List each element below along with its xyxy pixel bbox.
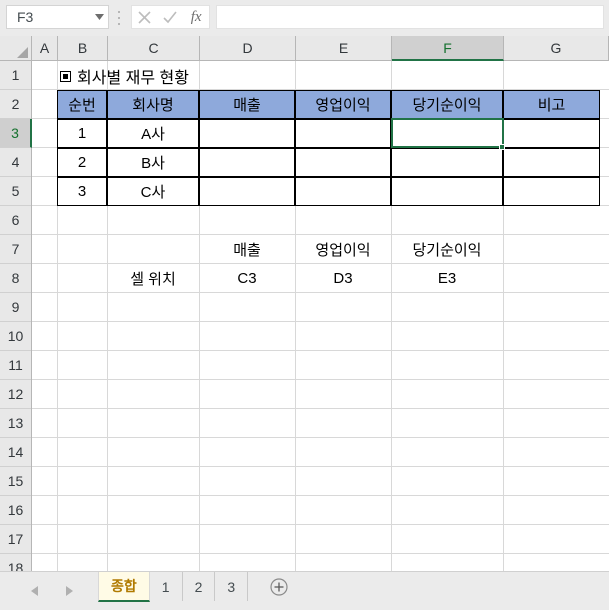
select-all-triangle-icon [17, 47, 28, 58]
column-header-c[interactable]: C [108, 36, 200, 60]
column-header-d[interactable]: D [200, 36, 296, 60]
formula-input[interactable] [216, 5, 604, 29]
name-box-value: F3 [17, 9, 34, 25]
table-row[interactable] [503, 119, 600, 148]
table-row[interactable]: A사 [107, 119, 199, 148]
row-header-13[interactable]: 13 [0, 409, 31, 438]
table-row[interactable]: 2 [57, 148, 107, 177]
table-header-cell[interactable]: 비고 [503, 90, 600, 119]
row-header-17[interactable]: 17 [0, 525, 31, 554]
cell-area[interactable]: 회사별 재무 현황 순번 회사명 매출 영업이익 당기순이익 비고 1 A사 2… [32, 61, 609, 571]
gridline [32, 321, 609, 322]
column-header-f[interactable]: F [392, 36, 504, 61]
column-headers: A B C D E F G [0, 36, 609, 61]
sheet-tab-2[interactable]: 2 [183, 572, 216, 601]
gridline [32, 495, 609, 496]
sheet-tabs: 종합 1 2 3 [98, 572, 292, 611]
select-all-corner[interactable] [0, 36, 32, 60]
sheet-title[interactable]: 회사별 재무 현황 [60, 64, 189, 88]
sheet-tab-3[interactable]: 3 [215, 572, 249, 601]
row-header-10[interactable]: 10 [0, 322, 31, 351]
row-header-12[interactable]: 12 [0, 380, 31, 409]
cancel-icon[interactable] [133, 6, 157, 28]
table-row[interactable] [199, 177, 295, 206]
gridline [32, 437, 609, 438]
sheet-tab-jonghap[interactable]: 종합 [98, 572, 150, 602]
fx-label: fx [190, 8, 202, 25]
sheet-nav-buttons [18, 578, 92, 604]
spreadsheet-grid: A B C D E F G 1 2 3 4 5 6 7 8 9 10 11 12… [0, 36, 609, 571]
gridline [32, 524, 609, 525]
row-header-4[interactable]: 4 [0, 148, 31, 177]
row-header-18[interactable]: 18 [0, 554, 31, 571]
gridline [32, 553, 609, 554]
sheet-tab-1[interactable]: 1 [150, 572, 183, 601]
table-row[interactable] [199, 119, 295, 148]
row-header-7[interactable]: 7 [0, 235, 31, 264]
note-row-label[interactable]: 셀 위치 [107, 264, 199, 293]
column-header-b[interactable]: B [58, 36, 108, 60]
toolbar-separator-dots [117, 11, 121, 25]
row-header-15[interactable]: 15 [0, 467, 31, 496]
row-header-9[interactable]: 9 [0, 293, 31, 322]
gridline [32, 379, 609, 380]
gridline [32, 466, 609, 467]
table-row[interactable]: C사 [107, 177, 199, 206]
row-header-5[interactable]: 5 [0, 177, 31, 206]
formula-bar: F3 fx [0, 0, 609, 36]
table-header-cell[interactable]: 영업이익 [295, 90, 391, 119]
gridline [32, 350, 609, 351]
row-headers: 1 2 3 4 5 6 7 8 9 10 11 12 13 14 15 16 1… [0, 61, 32, 571]
row-header-16[interactable]: 16 [0, 496, 31, 525]
fill-handle[interactable] [499, 144, 505, 150]
row-header-3[interactable]: 3 [0, 119, 32, 148]
add-sheet-icon[interactable] [266, 572, 292, 601]
sheet-title-text: 회사별 재무 현황 [77, 70, 189, 87]
filled-square-marker-icon [60, 70, 71, 82]
row-header-8[interactable]: 8 [0, 264, 31, 293]
table-row[interactable]: 3 [57, 177, 107, 206]
previous-sheet-icon[interactable] [18, 579, 52, 603]
note-column-label[interactable]: 당기순이익 [391, 235, 503, 264]
table-header-cell[interactable]: 회사명 [107, 90, 199, 119]
row-header-6[interactable]: 6 [0, 206, 31, 235]
gridline [32, 408, 609, 409]
row-header-2[interactable]: 2 [0, 90, 31, 119]
table-row[interactable] [503, 148, 600, 177]
table-row[interactable]: 1 [57, 119, 107, 148]
table-row[interactable] [199, 148, 295, 177]
column-header-a[interactable]: A [32, 36, 58, 60]
table-header-cell[interactable]: 매출 [199, 90, 295, 119]
formula-bar-buttons: fx [131, 5, 210, 29]
table-row[interactable] [503, 177, 600, 206]
chevron-down-icon[interactable] [90, 6, 108, 28]
note-column-label[interactable]: 영업이익 [295, 235, 391, 264]
table-row[interactable] [391, 119, 503, 148]
row-header-11[interactable]: 11 [0, 351, 31, 380]
table-row[interactable] [295, 119, 391, 148]
sheet-tab-bar: 종합 1 2 3 [0, 571, 609, 610]
table-row[interactable] [391, 177, 503, 206]
insert-function-icon[interactable]: fx [184, 6, 208, 28]
row-header-1[interactable]: 1 [0, 61, 31, 90]
column-header-g[interactable]: G [504, 36, 609, 60]
note-value[interactable]: C3 [199, 264, 295, 293]
note-value[interactable]: E3 [391, 264, 503, 293]
note-column-label[interactable]: 매출 [199, 235, 295, 264]
next-sheet-icon[interactable] [52, 579, 86, 603]
note-value[interactable]: D3 [295, 264, 391, 293]
table-row[interactable]: B사 [107, 148, 199, 177]
column-header-e[interactable]: E [296, 36, 392, 60]
table-header-cell[interactable]: 당기순이익 [391, 90, 503, 119]
table-row[interactable] [391, 148, 503, 177]
name-box[interactable]: F3 [6, 5, 109, 29]
table-row[interactable] [295, 177, 391, 206]
table-row[interactable] [295, 148, 391, 177]
row-header-14[interactable]: 14 [0, 438, 31, 467]
confirm-icon[interactable] [158, 6, 182, 28]
table-header-cell[interactable]: 순번 [57, 90, 107, 119]
